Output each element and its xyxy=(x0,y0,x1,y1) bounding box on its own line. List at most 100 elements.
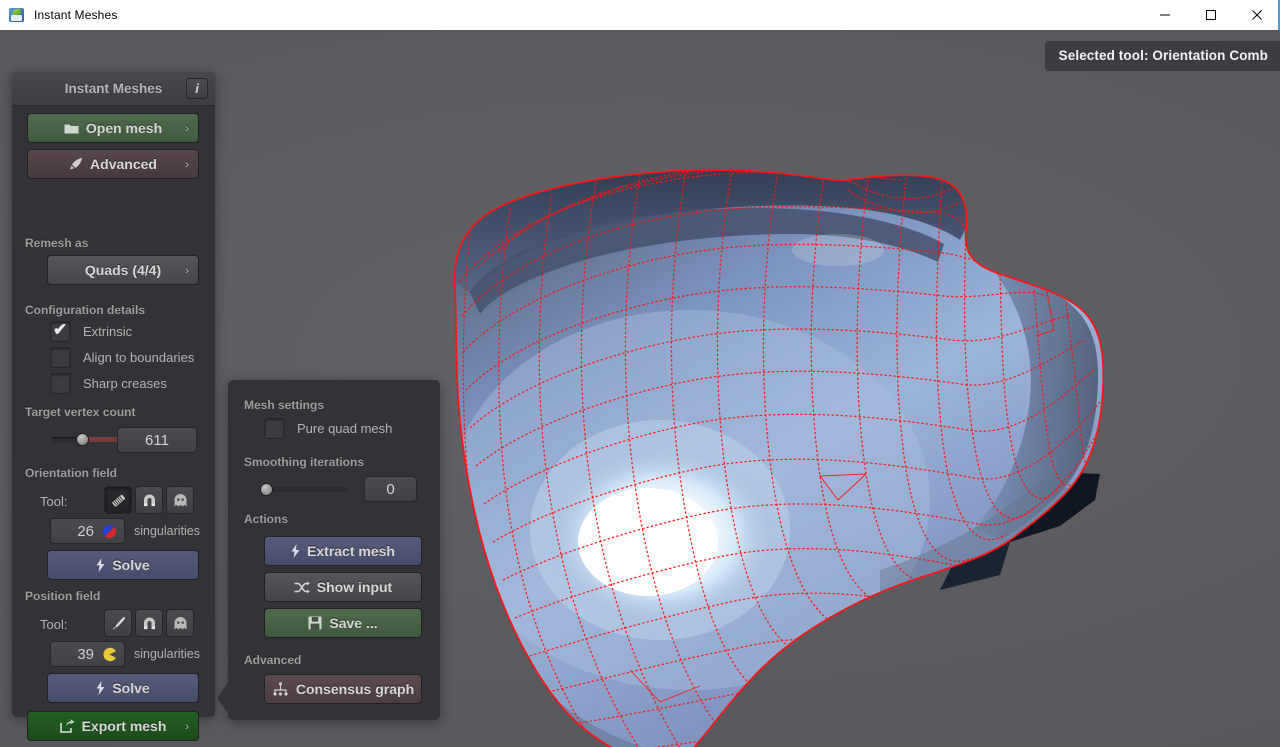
chevron-right-icon: › xyxy=(185,157,189,171)
ghost-icon xyxy=(174,493,186,506)
remesh-as-label: Remesh as xyxy=(25,236,89,250)
slider-knob[interactable] xyxy=(260,483,273,496)
align-to-boundaries-checkbox[interactable] xyxy=(50,347,71,368)
advanced-button[interactable]: Advanced › xyxy=(27,149,199,179)
maximize-button[interactable] xyxy=(1188,0,1234,30)
show-input-button[interactable]: Show input xyxy=(264,572,422,602)
position-solve-label: Solve xyxy=(112,680,150,696)
advanced-label: Advanced xyxy=(90,156,157,172)
consensus-graph-label: Consensus graph xyxy=(295,681,415,697)
brush-icon xyxy=(111,616,125,630)
close-button[interactable] xyxy=(1234,0,1280,30)
sharp-creases-checkbox[interactable] xyxy=(50,373,71,394)
gl-viewport[interactable]: Selected tool: Orientation Comb Instant … xyxy=(0,30,1280,747)
mesh-settings-panel: Mesh settings Pure quad mesh Smoothing i… xyxy=(217,380,440,720)
remesh-as-dropdown[interactable]: Quads (4/4) › xyxy=(47,255,199,285)
magnet-icon xyxy=(143,494,155,506)
window-titlebar[interactable]: Instant Meshes xyxy=(0,0,1280,30)
export-mesh-label: Export mesh xyxy=(81,718,167,734)
orientation-solve-label: Solve xyxy=(112,557,150,573)
open-mesh-button[interactable]: Open mesh › xyxy=(27,113,199,143)
export-mesh-button[interactable]: Export mesh › xyxy=(27,711,199,741)
position-singularities-count: 39 xyxy=(77,645,94,663)
ghost-icon xyxy=(174,616,186,629)
orientation-magnet-tool-button[interactable] xyxy=(135,486,163,514)
orientation-field-label: Orientation field xyxy=(25,466,118,480)
position-tool-label: Tool: xyxy=(40,617,68,632)
shuffle-icon xyxy=(294,581,310,593)
orientation-tool-label: Tool: xyxy=(40,494,68,509)
sharp-creases-label: Sharp creases xyxy=(83,376,167,391)
bolt-icon xyxy=(291,544,300,558)
chevron-right-icon: › xyxy=(185,263,189,277)
window-title: Instant Meshes xyxy=(34,7,118,22)
smoothing-iterations-label: Smoothing iterations xyxy=(244,455,364,469)
pure-quad-mesh-checkbox[interactable] xyxy=(264,418,285,439)
extrinsic-label: Extrinsic xyxy=(83,324,133,339)
minimize-button[interactable] xyxy=(1142,0,1188,30)
slider-knob[interactable] xyxy=(76,433,89,446)
orientation-comb-icon xyxy=(111,494,125,507)
checkbox-row-extrinsic[interactable]: Extrinsic xyxy=(50,320,133,342)
show-input-label: Show input xyxy=(316,579,393,595)
minimize-icon xyxy=(1160,14,1170,16)
position-ghost-tool-button[interactable] xyxy=(166,609,194,637)
position-magnet-tool-button[interactable] xyxy=(135,609,163,637)
save-label: Save ... xyxy=(329,615,378,631)
blue-red-split-circle-icon xyxy=(102,524,117,538)
pure-quad-mesh-label: Pure quad mesh xyxy=(297,421,393,436)
orientation-singularities-count: 26 xyxy=(77,522,94,540)
position-brush-tool-button[interactable] xyxy=(104,609,132,637)
close-icon xyxy=(1252,10,1262,20)
orientation-solve-button[interactable]: Solve xyxy=(47,550,199,580)
yellow-pacman-circle-icon xyxy=(103,647,116,661)
info-button[interactable]: i xyxy=(186,78,208,99)
panel-title: Instant Meshes xyxy=(64,81,163,96)
actions-label: Actions xyxy=(244,512,289,526)
orientation-comb-tool-button[interactable] xyxy=(104,486,132,514)
floppy-icon xyxy=(308,616,322,630)
smoothing-iterations-input[interactable]: 0 xyxy=(364,476,417,502)
extract-mesh-label: Extract mesh xyxy=(307,543,395,559)
target-vertex-count-label: Target vertex count xyxy=(25,405,136,419)
configuration-details-label: Configuration details xyxy=(25,303,145,317)
bolt-icon xyxy=(96,681,105,695)
extrinsic-checkbox[interactable] xyxy=(50,320,71,342)
mesh-settings-label: Mesh settings xyxy=(244,398,325,412)
bolt-icon xyxy=(96,558,105,572)
panel-connector-notch xyxy=(217,681,229,715)
maximize-icon xyxy=(1206,10,1216,20)
remesh-as-value: Quads (4/4) xyxy=(84,262,162,278)
target-vertex-count-input[interactable]: 611 xyxy=(117,427,197,453)
position-singularities-box[interactable]: 39 xyxy=(50,641,125,667)
position-singularities-label: singularities xyxy=(134,647,201,661)
checkbox-row-sharp-creases[interactable]: Sharp creases xyxy=(50,373,167,394)
align-to-boundaries-label: Align to boundaries xyxy=(83,350,195,365)
smoothing-iterations-slider[interactable] xyxy=(260,480,348,498)
chevron-right-icon: › xyxy=(185,719,189,733)
advanced-section-label: Advanced xyxy=(244,653,302,667)
app-icon xyxy=(9,7,25,23)
rocket-icon xyxy=(70,158,83,170)
orientation-ghost-tool-button[interactable] xyxy=(166,486,194,514)
position-solve-button[interactable]: Solve xyxy=(47,673,199,703)
graph-icon xyxy=(273,682,288,696)
main-settings-panel: Instant Meshes i Open mesh › Advanced › xyxy=(12,72,215,741)
checkbox-row-pure-quad-mesh[interactable]: Pure quad mesh xyxy=(264,418,392,439)
orientation-singularities-box[interactable]: 26 xyxy=(50,518,125,544)
slider-track-right xyxy=(264,487,348,492)
extract-mesh-button[interactable]: Extract mesh xyxy=(264,536,422,566)
position-field-label: Position field xyxy=(25,589,101,603)
save-button[interactable]: Save ... xyxy=(264,608,422,638)
consensus-graph-button[interactable]: Consensus graph xyxy=(264,674,422,704)
chevron-right-icon: › xyxy=(185,121,189,135)
magnet-icon xyxy=(143,617,155,629)
window-controls xyxy=(1142,0,1280,30)
status-tooltip: Selected tool: Orientation Comb xyxy=(1044,41,1280,71)
orientation-singularities-label: singularities xyxy=(134,524,201,538)
open-mesh-label: Open mesh xyxy=(85,120,163,136)
export-icon xyxy=(59,719,75,733)
checkbox-row-align-to-boundaries[interactable]: Align to boundaries xyxy=(50,347,194,368)
panel-header[interactable]: Instant Meshes i xyxy=(12,72,215,106)
folder-icon xyxy=(64,124,79,133)
